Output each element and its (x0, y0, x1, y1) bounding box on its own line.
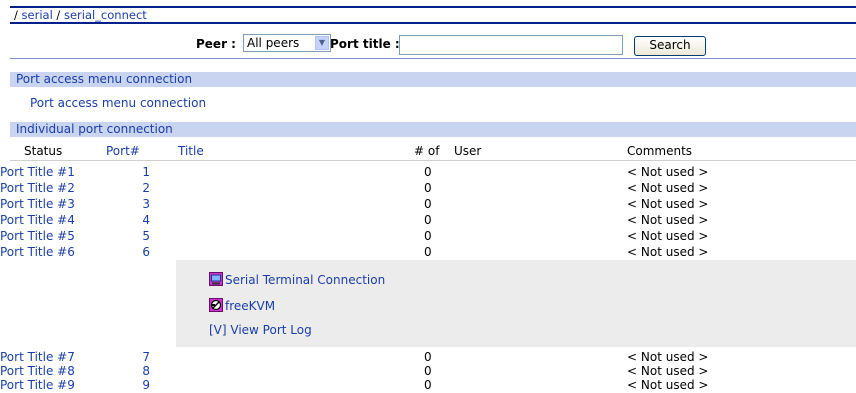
port-title-label: Port title : (330, 37, 400, 51)
terminal-icon (209, 272, 223, 286)
peer-select[interactable]: All peers ▼ (243, 34, 331, 52)
header-divider (10, 160, 856, 161)
port-title-link[interactable]: Port Title #1 (0, 165, 75, 179)
port-user-count: 0 (424, 245, 432, 259)
port-comment: < Not used > (627, 378, 709, 392)
port-user-count: 0 (424, 213, 432, 227)
breadcrumb-sep: / (56, 8, 61, 22)
port-comment: < Not used > (627, 229, 709, 243)
port-comment: < Not used > (627, 197, 709, 211)
breadcrumb-current-link[interactable]: serial_connect (64, 8, 147, 22)
freekvm-label: freeKVM (225, 299, 276, 313)
port-comment: < Not used > (627, 213, 709, 227)
col-comments: Comments (627, 144, 693, 158)
search-bar: Peer : All peers ▼ Port title : Search (10, 30, 856, 59)
port-number: 3 (142, 197, 150, 211)
port-title-link[interactable]: Port Title #6 (0, 245, 75, 259)
col-user: User (454, 144, 482, 158)
port-user-count: 0 (424, 181, 432, 195)
col-port-sort-link[interactable]: Port# (106, 144, 140, 158)
table-row: 5 Port Title #5 0 < Not used > (0, 228, 856, 244)
port-number: 1 (142, 165, 150, 179)
port-comment: < Not used > (627, 245, 709, 259)
port-number: 4 (142, 213, 150, 227)
port-title-link[interactable]: Port Title #5 (0, 229, 75, 243)
port-title-link[interactable]: Port Title #8 (0, 364, 75, 378)
kvm-icon (209, 298, 223, 312)
table-row: 6 Port Title #6 0 < Not used > (0, 244, 856, 260)
col-status: Status (24, 144, 63, 158)
port-user-count: 0 (424, 378, 432, 392)
breadcrumb-sep: / (14, 8, 18, 22)
table-row: 4 Port Title #4 0 < Not used > (0, 212, 856, 228)
chevron-down-icon[interactable]: ▼ (315, 36, 329, 50)
port-title-link[interactable]: Port Title #4 (0, 213, 75, 227)
port-number: 9 (142, 378, 150, 392)
serial-terminal-label: Serial Terminal Connection (225, 273, 386, 287)
port-title-link[interactable]: Port Title #2 (0, 181, 75, 195)
port-comment: < Not used > (627, 181, 709, 195)
breadcrumb: / serial / serial_connect (10, 6, 856, 24)
col-title-sort-link[interactable]: Title (178, 144, 204, 158)
port-comment: < Not used > (627, 165, 709, 179)
col-num: # of (414, 144, 440, 158)
port-title-input[interactable] (399, 35, 623, 55)
port-user-count: 0 (424, 229, 432, 243)
port-user-count: 0 (424, 165, 432, 179)
section-individual-port: Individual port connection (10, 122, 856, 137)
table-row: 2 Port Title #2 0 < Not used > (0, 180, 856, 196)
freekvm-link[interactable]: freeKVM (209, 298, 275, 313)
table-row: 1 Port Title #1 0 < Not used > (0, 164, 856, 180)
breadcrumb-serial-link[interactable]: serial (22, 8, 53, 22)
port-user-count: 0 (424, 197, 432, 211)
peer-label: Peer : (196, 37, 236, 51)
section-port-access-menu: Port access menu connection (10, 72, 856, 87)
port-access-menu-link[interactable]: Port access menu connection (30, 96, 206, 110)
serial-terminal-link[interactable]: Serial Terminal Connection (209, 272, 385, 287)
port-title-link[interactable]: Port Title #9 (0, 378, 75, 392)
port-number: 5 (142, 229, 150, 243)
table-row: 9 Port Title #9 0 < Not used > (0, 377, 856, 393)
peer-select-value: All peers (247, 36, 300, 50)
search-button[interactable]: Search (634, 36, 706, 56)
port-title-link[interactable]: Port Title #7 (0, 350, 75, 364)
port-6-actions-panel: Serial Terminal Connection freeKVM [V] V… (176, 260, 856, 347)
port-title-link[interactable]: Port Title #3 (0, 197, 75, 211)
port-number: 2 (142, 181, 150, 195)
port-number: 6 (142, 245, 150, 259)
view-port-log-link[interactable]: [V] View Port Log (209, 323, 312, 337)
table-row: 3 Port Title #3 0 < Not used > (0, 196, 856, 212)
